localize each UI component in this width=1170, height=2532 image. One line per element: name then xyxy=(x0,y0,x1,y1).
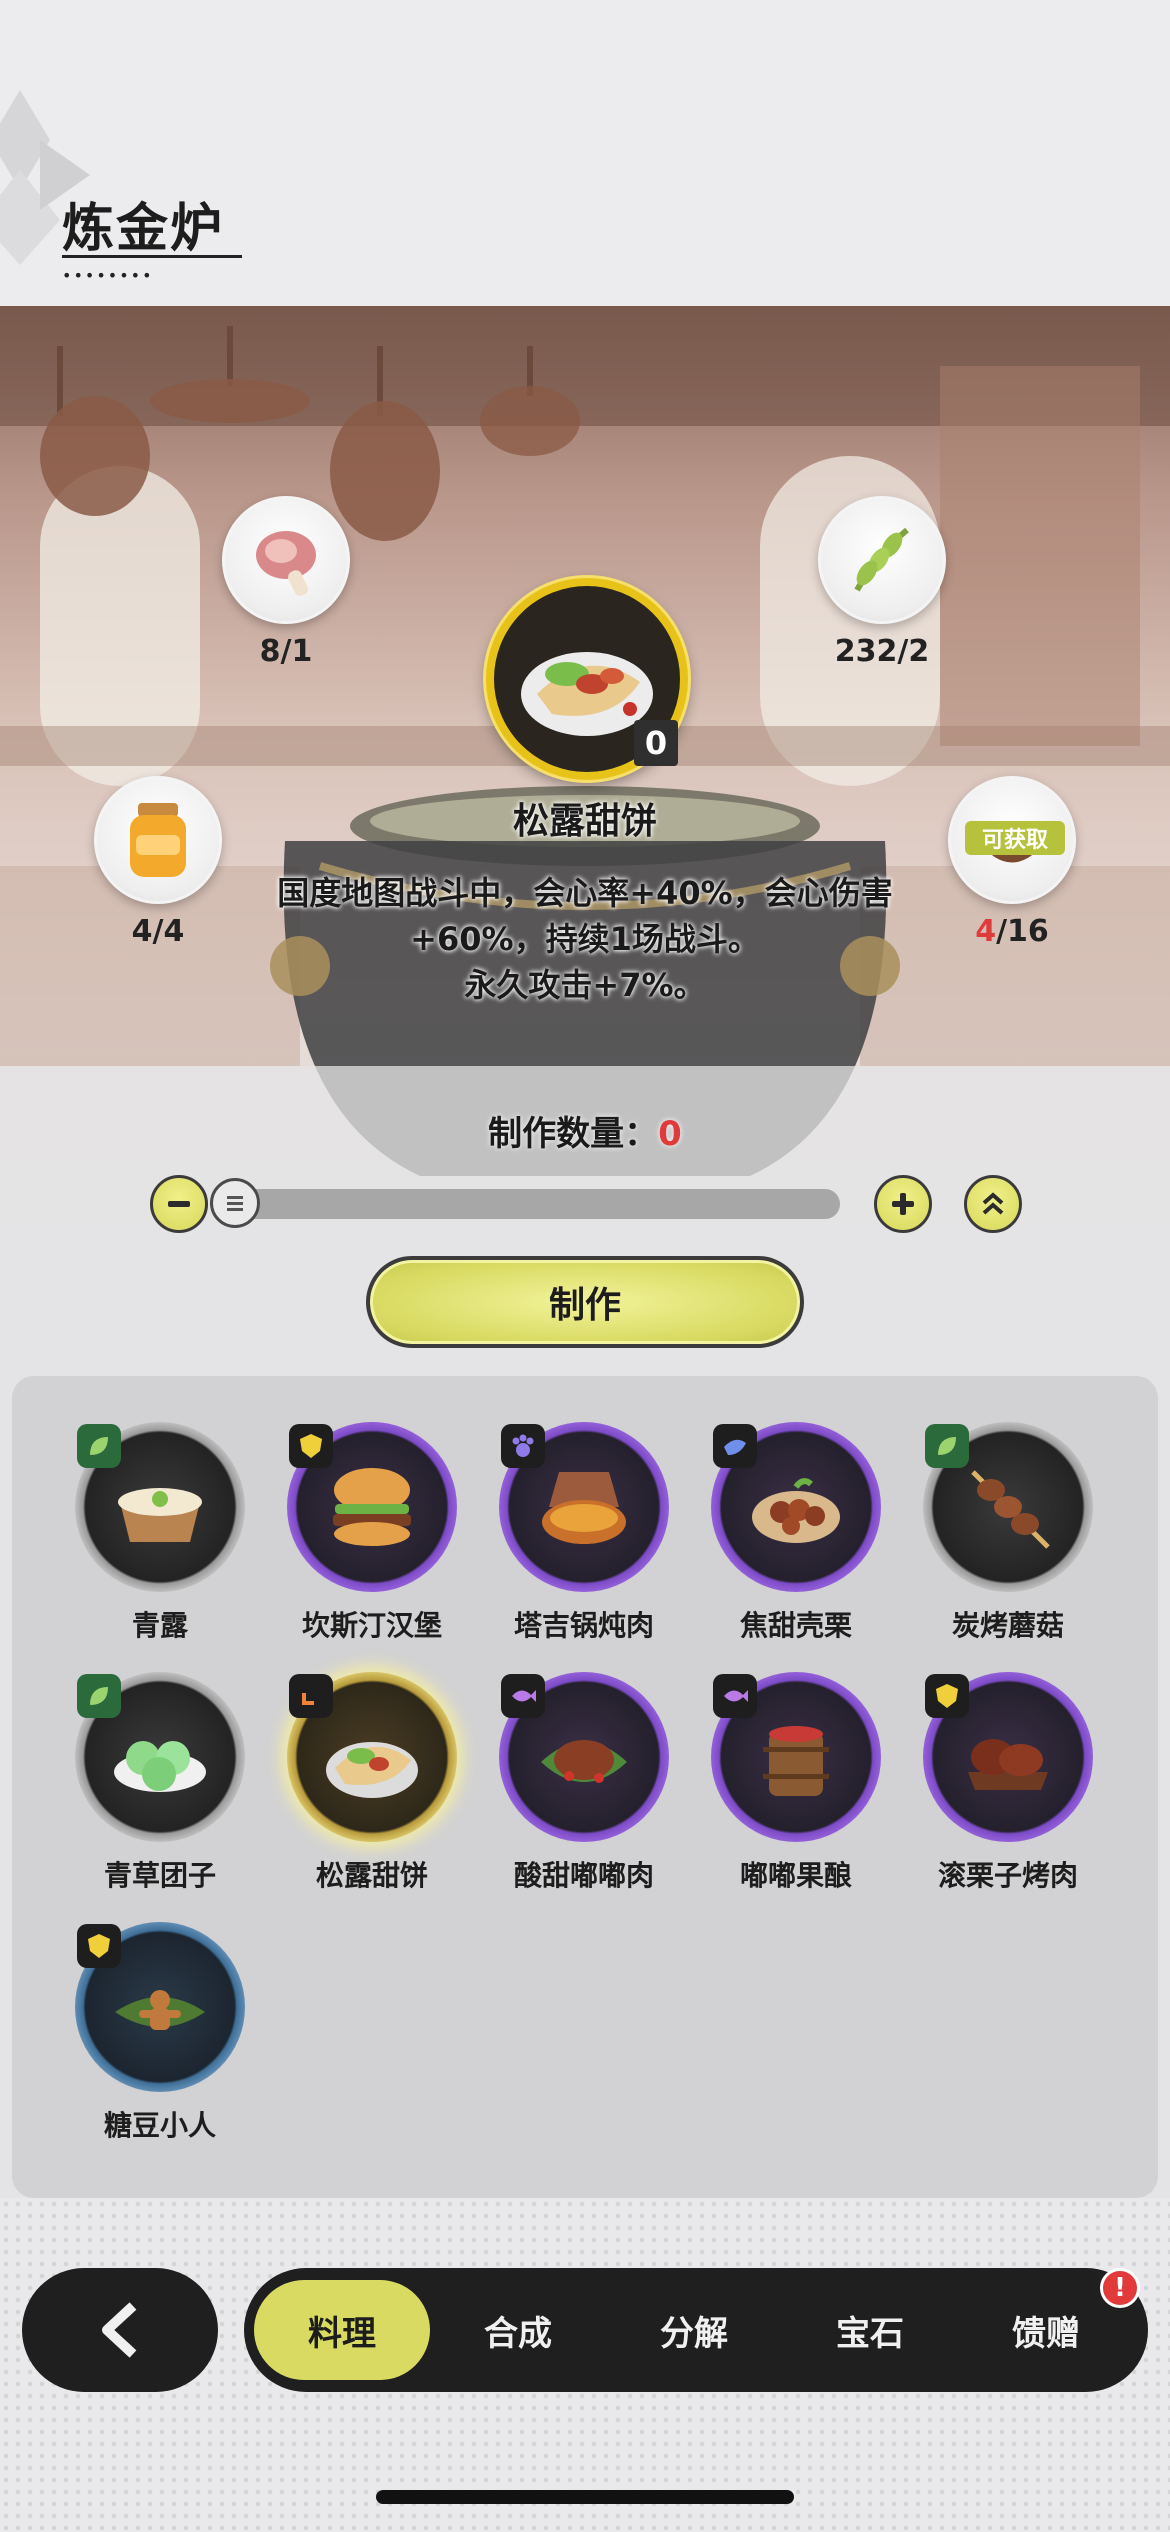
ingredient-count: 4/16 xyxy=(975,914,1049,949)
back-button[interactable] xyxy=(22,2268,218,2392)
recipe-item[interactable]: 炭烤蘑菇 xyxy=(908,1422,1108,1644)
title-underline xyxy=(62,254,242,258)
title-dots: •••••••• xyxy=(62,266,154,285)
decrease-button[interactable] xyxy=(150,1175,208,1233)
dish-icon xyxy=(114,1741,206,1792)
minus-icon xyxy=(168,1201,190,1207)
make-button[interactable]: 制作 xyxy=(366,1256,804,1348)
recipe-item[interactable]: 酸甜嘟嘟肉 xyxy=(484,1672,684,1894)
dish-icon xyxy=(542,1472,626,1544)
paw-tag-icon xyxy=(501,1424,545,1468)
recipe-item-selected[interactable]: 松露甜饼 xyxy=(272,1672,472,1894)
bird-tag-icon xyxy=(713,1424,757,1468)
dish-icon xyxy=(541,1740,627,1783)
dish-icon xyxy=(326,1742,418,1798)
dish-icon xyxy=(763,1726,829,1796)
selected-dish-name: 松露甜饼 xyxy=(512,801,657,842)
selected-dish-description: 国度地图战斗中，会心率+40%，会心伤害 +60%，持续1场战斗。 永久攻击+7… xyxy=(277,874,893,1004)
increase-button[interactable] xyxy=(874,1175,932,1233)
tab-synthesis[interactable]: 合成 xyxy=(430,2280,606,2380)
arrow-tag-icon xyxy=(289,1674,333,1718)
owned-quantity: 0 xyxy=(634,720,678,766)
dish-icon xyxy=(752,1478,840,1543)
tab-cooking[interactable]: 料理 xyxy=(254,2280,430,2380)
chevron-left-icon xyxy=(102,2302,137,2358)
grip-icon xyxy=(227,1196,243,1211)
wheat-icon xyxy=(818,496,946,624)
ham-icon xyxy=(222,496,350,624)
dish-icon xyxy=(118,1488,202,1542)
shield-tag-icon xyxy=(77,1924,121,1968)
page-title: 炼金炉 xyxy=(62,199,225,259)
recipe-item[interactable]: 糖豆小人 xyxy=(60,1922,260,2144)
ingredient-count: 4/4 xyxy=(131,914,185,949)
quantity-slider-handle[interactable] xyxy=(210,1178,260,1228)
dish-icon xyxy=(971,1470,1050,1549)
leaf-tag-icon xyxy=(925,1424,969,1468)
dish-icon xyxy=(333,1468,411,1546)
leaf-tag-icon xyxy=(77,1674,121,1718)
ingredient-count: 232/2 xyxy=(834,634,930,669)
shield-tag-icon xyxy=(925,1674,969,1718)
tab-decompose[interactable]: 分解 xyxy=(606,2280,782,2380)
max-quantity-button[interactable] xyxy=(964,1175,1022,1233)
fish-tag-icon xyxy=(713,1674,757,1718)
dish-icon xyxy=(968,1739,1048,1790)
ingredient-ham[interactable]: 8/1 xyxy=(222,496,350,669)
recipe-item[interactable]: 青露 xyxy=(60,1422,260,1644)
header: 炼金炉 •••••••• xyxy=(0,0,1170,306)
recipe-item[interactable]: 焦甜壳栗 xyxy=(696,1422,896,1644)
recipe-item[interactable]: 坎斯汀汉堡 xyxy=(272,1422,472,1644)
quantity-slider-track[interactable] xyxy=(214,1189,840,1219)
dish-icon xyxy=(115,1990,205,2030)
recipe-item[interactable]: 塔吉锅炖肉 xyxy=(484,1422,684,1644)
ingredient-count: 8/1 xyxy=(259,634,313,669)
notification-badge: ! xyxy=(1100,2268,1140,2308)
recipe-item[interactable]: 青草团子 xyxy=(60,1672,260,1894)
recipe-item[interactable]: 嘟嘟果酿 xyxy=(696,1672,896,1894)
plus-icon xyxy=(892,1193,914,1215)
ingredient-wheat[interactable]: 232/2 xyxy=(818,496,946,669)
home-indicator[interactable] xyxy=(376,2490,794,2504)
tab-gems[interactable]: 宝石 xyxy=(782,2280,958,2380)
make-quantity-label: 制作数量：0 xyxy=(488,1114,682,1154)
double-chevron-up-icon xyxy=(982,1192,1004,1215)
leaf-tag-icon xyxy=(77,1424,121,1468)
shield-tag-icon xyxy=(289,1424,333,1468)
fish-tag-icon xyxy=(501,1674,545,1718)
recipe-item[interactable]: 滚栗子烤肉 xyxy=(908,1672,1108,1894)
